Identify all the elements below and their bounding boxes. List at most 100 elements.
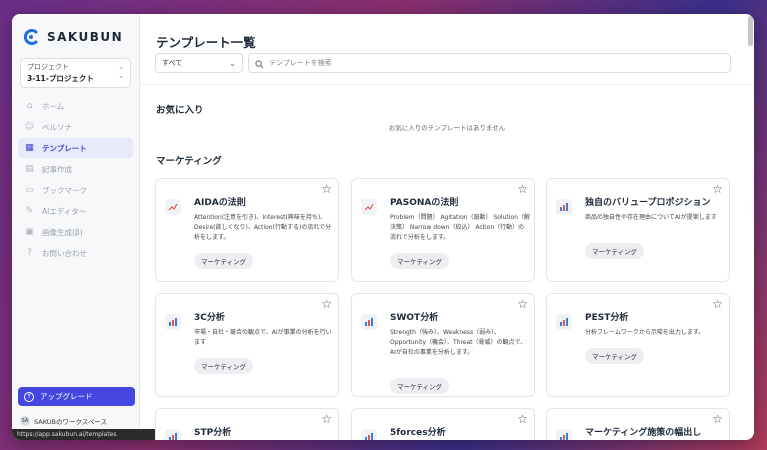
workspace-name: SAKUBのワークスペース (34, 418, 108, 426)
sidebar-item-label: ブックマーク (42, 185, 87, 195)
app-window: SAKUBUN プロジェクト 3-11-プロジェクト ⌃ ⌄ ⌂ ホーム ☺ ペル… (12, 14, 754, 440)
sidebar-item-image-gen[interactable]: ▣ 画像生成(β) (18, 222, 133, 242)
favorites-empty-message: お気に入りのテンプレートはありません (388, 124, 506, 132)
main-content: テンプレート一覧 すべて ⌄ お気に入り お気に入りのテンプレートはありません … (140, 14, 754, 440)
card-title: マーケティング施策の幅出し (585, 428, 702, 438)
favorites-title: お気に入り (156, 105, 204, 116)
search-box[interactable] (248, 53, 731, 73)
arrow-up-icon: ↑ (24, 391, 34, 402)
star-icon[interactable]: ☆ (712, 297, 723, 311)
star-icon[interactable]: ☆ (321, 182, 332, 196)
template-card-swot[interactable]: SWOT分析 ☆ Strength（強み）、Weakness（弱み）、Oppor… (351, 293, 535, 397)
category-tag: マーケティング (194, 358, 253, 374)
bar-chart-icon (361, 429, 377, 440)
bar-chart-icon (556, 429, 572, 440)
trend-icon (361, 199, 377, 215)
card-title: PEST分析 (585, 313, 629, 323)
card-title: 3C分析 (194, 313, 225, 323)
card-description: 商品の独自性や存在理由についてAIが提案します (585, 214, 717, 221)
sidebar-item-label: ペルソナ (42, 122, 72, 132)
search-icon (255, 54, 264, 73)
star-icon[interactable]: ☆ (517, 297, 528, 311)
sidebar: SAKUBUN プロジェクト 3-11-プロジェクト ⌃ ⌄ ⌂ ホーム ☺ ペル… (12, 14, 260, 440)
sidebar-item-label: お問い合わせ (42, 248, 87, 258)
star-icon[interactable]: ☆ (321, 412, 332, 426)
star-icon[interactable]: ☆ (517, 412, 528, 426)
logo-icon (22, 28, 40, 46)
star-icon[interactable]: ☆ (712, 182, 723, 196)
category-tag: マーケティング (390, 253, 449, 269)
chevron-down-icon: ⌄ (229, 58, 236, 68)
template-card-aida[interactable]: AIDAの法則 ☆ Attention(注意を引き)、Interest(興味を持… (155, 178, 339, 282)
search-input[interactable] (269, 59, 730, 67)
project-label: プロジェクト (27, 63, 69, 71)
scrollbar[interactable] (748, 16, 753, 46)
bar-chart-icon (556, 314, 572, 330)
card-description: Problem（問題） Agitation（扇動） Solution（解決策） … (390, 214, 530, 241)
card-title: PASONAの法則 (390, 198, 459, 208)
sidebar-item-home[interactable]: ⌂ ホーム (18, 96, 133, 116)
help-icon: ? (27, 248, 32, 258)
template-card-marketing-measures[interactable]: マーケティング施策の幅出し ☆ (546, 408, 730, 440)
category-tag: マーケティング (585, 348, 644, 364)
filter-selected-value: すべて (162, 59, 183, 67)
sidebar-item-persona[interactable]: ☺ ペルソナ (18, 117, 133, 137)
card-description: Attention(注意を引き)、Interest(興味を持ち)、Desire(… (194, 214, 332, 241)
category-filter-select[interactable]: すべて ⌄ (155, 53, 243, 73)
project-name: 3-11-プロジェクト (27, 74, 94, 83)
logo[interactable]: SAKUBUN (12, 14, 139, 50)
card-title: SWOT分析 (390, 313, 439, 323)
sidebar-item-article[interactable]: ▤ 記事作成 (18, 159, 133, 179)
page-title: テンプレート一覧 (156, 35, 256, 50)
sidebar-item-bookmark[interactable]: ▭ ブックマーク (18, 180, 133, 200)
trend-icon (165, 199, 181, 215)
sidebar-item-label: テンプレート (42, 143, 87, 153)
sidebar-item-ai-editor[interactable]: ✎ AIエディター (18, 201, 133, 221)
workspace-selector[interactable]: SA SAKUBのワークスペース (20, 416, 107, 426)
card-title: AIDAの法則 (194, 198, 246, 208)
bar-chart-icon (165, 314, 181, 330)
template-card-stp[interactable]: STP分析 ☆ (155, 408, 339, 440)
bar-chart-icon (165, 429, 181, 440)
home-icon: ⌂ (26, 101, 33, 111)
category-tag: マーケティング (194, 253, 253, 269)
sidebar-nav: ⌂ ホーム ☺ ペルソナ ▦ テンプレート ▤ 記事作成 ▭ ブックマーク ✎ … (12, 96, 139, 263)
divider (140, 84, 754, 85)
template-card-uvp[interactable]: 独自のバリュープロポジション ☆ 商品の独自性や存在理由についてAIが提案します… (546, 178, 730, 282)
star-icon[interactable]: ☆ (517, 182, 528, 196)
card-description: 市場・自社・競合の観点で、AIが事業の分析を行います (194, 329, 332, 346)
sidebar-item-templates[interactable]: ▦ テンプレート (18, 138, 133, 158)
template-card-pest[interactable]: PEST分析 ☆ 分析フレームワークから示唆を出力します。 マーケティング (546, 293, 730, 397)
sidebar-item-label: 記事作成 (42, 164, 72, 174)
category-tag: マーケティング (390, 378, 449, 394)
sidebar-item-label: AIエディター (42, 206, 87, 216)
upgrade-button[interactable]: ↑ アップグレード (18, 387, 135, 406)
bookmark-icon: ▭ (25, 185, 34, 195)
image-icon: ▣ (25, 227, 34, 237)
template-card-3c[interactable]: 3C分析 ☆ 市場・自社・競合の観点で、AIが事業の分析を行います マーケティン… (155, 293, 339, 397)
project-selector[interactable]: プロジェクト 3-11-プロジェクト ⌃ ⌄ (20, 58, 131, 88)
star-icon[interactable]: ☆ (712, 412, 723, 426)
bar-chart-icon (556, 199, 572, 215)
card-description: 分析フレームワークから示唆を出力します。 (585, 329, 705, 336)
avatar: SA (20, 416, 30, 426)
card-title: 5forces分析 (390, 428, 446, 438)
document-icon: ▤ (25, 164, 34, 174)
card-description: Strength（強み）、Weakness（弱み）、Opportunity（機会… (390, 329, 527, 356)
sidebar-item-contact[interactable]: ? お問い合わせ (18, 243, 133, 263)
card-title: STP分析 (194, 428, 232, 438)
template-card-5forces[interactable]: 5forces分析 ☆ (351, 408, 535, 440)
card-title: 独自のバリュープロポジション (585, 198, 711, 208)
persona-icon: ☺ (24, 122, 35, 132)
brand-name: SAKUBUN (47, 30, 124, 44)
template-card-pasona[interactable]: PASONAの法則 ☆ Problem（問題） Agitation（扇動） So… (351, 178, 535, 282)
edit-icon: ✎ (25, 206, 34, 216)
sidebar-item-label: ホーム (42, 101, 65, 111)
star-icon[interactable]: ☆ (321, 297, 332, 311)
chevron-updown-icon: ⌃ ⌄ (118, 66, 124, 80)
category-tag: マーケティング (585, 243, 644, 259)
upgrade-label: アップグレード (40, 392, 93, 401)
grid-icon: ▦ (25, 143, 34, 153)
bar-chart-icon (361, 314, 377, 330)
marketing-title: マーケティング (156, 156, 222, 167)
